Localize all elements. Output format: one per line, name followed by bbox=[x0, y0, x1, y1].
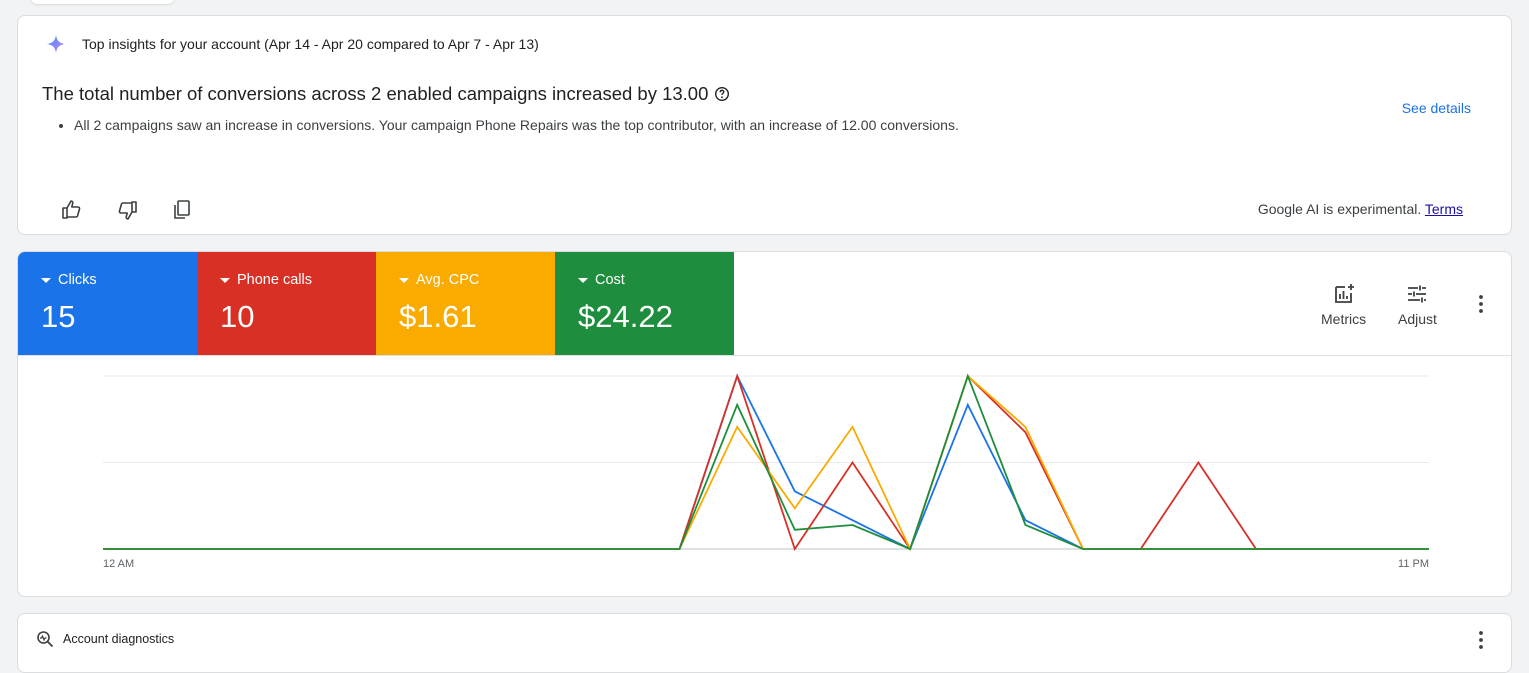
scorecard-avg-cpc[interactable]: Avg. CPC $1.61 bbox=[376, 252, 555, 355]
ai-disclaimer-text: Google AI is experimental. bbox=[1257, 201, 1422, 217]
diagnostics-icon bbox=[37, 631, 54, 648]
help-icon[interactable] bbox=[714, 86, 730, 102]
tune-icon bbox=[1408, 285, 1427, 303]
add-chart-icon bbox=[1334, 284, 1354, 303]
performance-chart-card: Clicks 15 Phone calls 10 Avg. CPC $1.61 … bbox=[17, 251, 1512, 597]
insight-title-text: The total number of conversions across 2… bbox=[42, 83, 709, 104]
diagnostics-header: Account diagnostics bbox=[36, 630, 174, 648]
scorecard-clicks[interactable]: Clicks 15 bbox=[18, 252, 197, 355]
previous-card-edge bbox=[30, 0, 175, 4]
feedback-actions bbox=[60, 198, 194, 222]
scorecard-value: 10 bbox=[220, 299, 255, 334]
insight-bullets: All 2 campaigns saw an increase in conve… bbox=[56, 117, 959, 133]
scorecard-label: Avg. CPC bbox=[416, 272, 480, 288]
x-tick-label: 12 AM bbox=[103, 558, 134, 570]
metrics-button[interactable]: Metrics bbox=[1321, 282, 1366, 327]
dropdown-caret-icon bbox=[220, 277, 230, 283]
diagnostics-title: Account diagnostics bbox=[63, 632, 175, 646]
more-options-icon[interactable] bbox=[1469, 628, 1493, 652]
dropdown-caret-icon bbox=[399, 277, 409, 283]
copy-icon[interactable] bbox=[170, 198, 194, 222]
scorecard-row: Clicks 15 Phone calls 10 Avg. CPC $1.61 … bbox=[18, 252, 734, 355]
insights-header-text: Top insights for your account (Apr 14 - … bbox=[82, 36, 539, 52]
scorecard-cost[interactable]: Cost $24.22 bbox=[555, 252, 734, 355]
x-tick-label: 11 PM bbox=[1398, 558, 1429, 570]
thumbs-down-icon[interactable] bbox=[115, 198, 139, 222]
insight-title: The total number of conversions across 2… bbox=[42, 83, 730, 105]
thumbs-up-icon[interactable] bbox=[60, 198, 84, 222]
adjust-label: Adjust bbox=[1398, 311, 1437, 327]
scorecard-value: $1.61 bbox=[399, 299, 477, 334]
dropdown-caret-icon bbox=[41, 277, 51, 283]
account-diagnostics-card: Account diagnostics bbox=[17, 613, 1512, 673]
insight-bullet: All 2 campaigns saw an increase in conve… bbox=[74, 117, 959, 133]
scorecard-label: Clicks bbox=[58, 272, 97, 288]
ai-disclaimer: Google AI is experimental. Terms bbox=[1258, 201, 1463, 217]
insights-header: Top insights for your account (Apr 14 - … bbox=[46, 34, 539, 54]
adjust-button[interactable]: Adjust bbox=[1398, 282, 1437, 327]
line-chart: 12 AM 11 PM bbox=[103, 373, 1429, 570]
dropdown-caret-icon bbox=[578, 277, 588, 283]
scorecard-value: $24.22 bbox=[578, 299, 673, 334]
scorecard-phone-calls[interactable]: Phone calls 10 bbox=[197, 252, 376, 355]
metrics-label: Metrics bbox=[1321, 311, 1367, 327]
insights-card: Top insights for your account (Apr 14 - … bbox=[17, 15, 1512, 235]
sparkle-icon bbox=[47, 35, 65, 53]
see-details-link[interactable]: See details bbox=[1402, 100, 1471, 116]
scorecard-label: Cost bbox=[595, 272, 625, 288]
more-options-icon[interactable] bbox=[1469, 292, 1493, 316]
terms-link[interactable]: Terms bbox=[1425, 201, 1463, 217]
scorecard-value: 15 bbox=[41, 299, 76, 334]
scorecard-label: Phone calls bbox=[237, 272, 312, 288]
